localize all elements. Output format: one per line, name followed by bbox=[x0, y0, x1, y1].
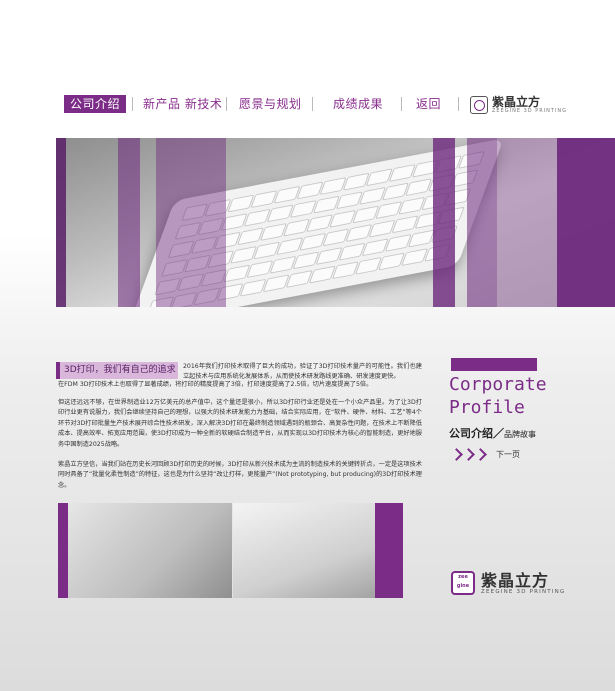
keyboard-key bbox=[230, 245, 258, 264]
keyboard-key bbox=[253, 241, 281, 260]
keyboard-key bbox=[285, 270, 313, 288]
photo-keyboard-typing bbox=[233, 503, 403, 598]
keyboard-key bbox=[391, 215, 419, 234]
keyboard-key bbox=[283, 218, 310, 237]
purple-band bbox=[375, 503, 403, 598]
keyboard-key bbox=[365, 168, 393, 187]
purple-band bbox=[433, 138, 455, 307]
keyboard-key bbox=[239, 278, 267, 297]
logo-name: 紫晶立方 bbox=[492, 95, 541, 109]
nav-new-products[interactable]: 新产品 新技术 bbox=[143, 94, 222, 114]
nav-divider bbox=[458, 97, 459, 111]
keyboard-key bbox=[236, 227, 264, 246]
purple-band bbox=[497, 138, 557, 307]
subtitle-small: 品牌故事 bbox=[504, 430, 536, 439]
keyboard-key bbox=[322, 228, 350, 247]
nav-company-intro[interactable]: 公司介绍 bbox=[64, 95, 127, 113]
article-paragraph-1b: 在FDM 3D打印技术上也取得了显著成绩，将打印的精度提高了3倍，打印速度提高了… bbox=[58, 381, 373, 388]
keyboard-key bbox=[250, 190, 278, 209]
top-nav: 公司介绍 新产品 新技术 愿景与规划 成绩成果 返回 紫晶立方 ZEEGINE … bbox=[0, 94, 615, 116]
brand-mark-icon: zee gine bbox=[451, 571, 475, 595]
chevron-right-icon bbox=[450, 448, 463, 461]
keyboard-key bbox=[269, 255, 297, 274]
purple-band bbox=[557, 138, 615, 307]
purple-band bbox=[156, 138, 226, 307]
corporate-profile-line2: Profile bbox=[449, 397, 525, 418]
keyboard-key bbox=[259, 223, 287, 241]
purple-band bbox=[467, 138, 497, 307]
keyboard-key bbox=[306, 214, 334, 233]
keyboard-key bbox=[246, 260, 274, 279]
brand-english: ZEEGINE 3D PRINTING bbox=[481, 588, 566, 595]
next-page-button[interactable]: 下一页 bbox=[450, 448, 520, 461]
keyboard-key bbox=[319, 177, 347, 195]
article-paragraph-2: 但这还远远不够，在世界制造业12万亿美元的总产值中，这个量还是很小，所以3D打印… bbox=[58, 399, 422, 448]
keyboard-key bbox=[273, 185, 301, 204]
keyboard-key bbox=[375, 201, 403, 220]
keyboard-key bbox=[401, 248, 429, 267]
keyboard-key bbox=[315, 247, 343, 265]
nav-back[interactable]: 返回 bbox=[416, 94, 441, 114]
subtitle-main: 公司介绍／ bbox=[449, 427, 504, 440]
section-subtitle: 公司介绍／品牌故事 bbox=[449, 425, 536, 441]
nav-divider bbox=[226, 97, 227, 111]
keyboard-key bbox=[368, 219, 396, 238]
nav-divider bbox=[312, 97, 313, 111]
corporate-profile-title: Corporate Profile bbox=[449, 373, 547, 419]
keyboard-key bbox=[335, 191, 363, 210]
logo-icon bbox=[470, 96, 488, 114]
keyboard-key bbox=[377, 252, 405, 271]
corporate-profile-line1: Corporate bbox=[449, 374, 547, 395]
keyboard-key bbox=[266, 204, 294, 223]
next-page-label: 下一页 bbox=[496, 450, 520, 459]
nav-logo[interactable]: 紫晶立方 ZEEGINE 3D PRINTING bbox=[470, 94, 567, 116]
brand-logo: zee gine 紫晶立方 ZEEGINE 3D PRINTING bbox=[451, 571, 565, 595]
keyboard-key bbox=[361, 238, 389, 257]
nav-vision[interactable]: 愿景与规划 bbox=[239, 94, 302, 114]
keyboard-key bbox=[329, 209, 357, 228]
article-paragraph-3: 紫晶立方坚信，当我们站在历史长河回顾3D打印历史的时候，3D打印从新兴技术成为主… bbox=[58, 461, 422, 489]
keyboard-key bbox=[405, 178, 433, 197]
side-accent-bar bbox=[451, 358, 537, 371]
keyboard-key bbox=[407, 229, 435, 248]
nav-achievements[interactable]: 成绩成果 bbox=[333, 94, 383, 114]
keyboard-key bbox=[345, 224, 373, 242]
photo-3d-pen-dragon bbox=[58, 503, 232, 598]
keyboard-key bbox=[299, 232, 327, 251]
keyboard-key bbox=[227, 194, 255, 213]
keyboard-key bbox=[243, 208, 271, 227]
keyboard-key bbox=[358, 186, 386, 205]
nav-divider bbox=[132, 97, 133, 111]
purple-band bbox=[118, 138, 140, 307]
keyboard-key bbox=[289, 200, 317, 218]
keyboard-key bbox=[223, 264, 251, 283]
hero-keyboard-image bbox=[56, 138, 615, 307]
logo-subtitle: ZEEGINE 3D PRINTING bbox=[492, 108, 568, 114]
keyboard-key bbox=[308, 265, 336, 284]
keyboard-key bbox=[338, 242, 366, 261]
keyboard-key bbox=[388, 164, 416, 182]
keyboard-key bbox=[292, 251, 320, 270]
keyboard-key bbox=[342, 172, 370, 191]
keyboard-key bbox=[296, 181, 324, 200]
keyboard-key bbox=[276, 237, 304, 256]
keyboard-key bbox=[384, 233, 412, 252]
keyboard-key bbox=[398, 196, 426, 215]
keyboard-key bbox=[352, 205, 380, 224]
nav-divider bbox=[401, 97, 402, 111]
chevron-right-icon bbox=[462, 448, 475, 461]
purple-band bbox=[56, 138, 66, 307]
brand-name: 紫晶立方 bbox=[481, 570, 550, 590]
keyboard-key bbox=[382, 182, 410, 201]
article-title: 3D打印，我们有自己的追求 bbox=[56, 362, 178, 379]
keyboard-key bbox=[262, 274, 290, 293]
chevron-right-icon bbox=[474, 448, 487, 461]
keyboard-key bbox=[354, 256, 382, 275]
keyboard-key bbox=[331, 261, 359, 280]
keyboard-key bbox=[312, 195, 340, 214]
